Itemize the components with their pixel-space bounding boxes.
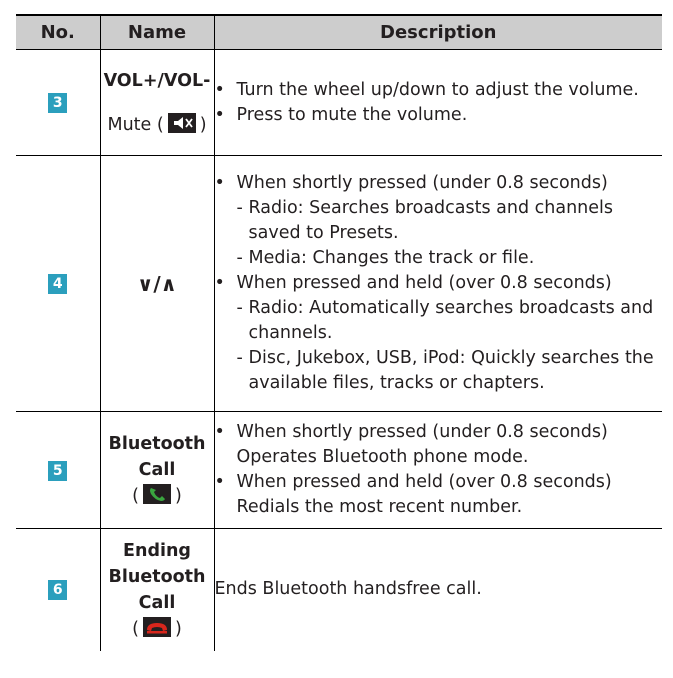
table-row-6: 6 Ending Bluetooth Call () Ends Bluetoot… <box>16 528 662 651</box>
row-number-badge: 3 <box>48 93 68 113</box>
description-subtext: Operates Bluetooth phone mode. <box>236 447 529 467</box>
header-description: Description <box>213 14 662 50</box>
table-row-4: 4 ∨/∧ • When shortly pressed (under 0.8 s… <box>16 155 662 412</box>
row-number-badge: 6 <box>48 580 68 601</box>
header-name: Name <box>99 14 214 50</box>
name-vol: VOL+/VOL- <box>103 70 211 91</box>
description-subtext: Media: Changes the track or file. <box>248 248 535 268</box>
table-header-row: No. Name Description <box>16 14 662 50</box>
description-text: When shortly pressed (under 0.8 seconds) <box>236 173 608 193</box>
mute-speaker-icon <box>167 112 196 133</box>
description-subtext: Radio: Searches broadcasts and channels … <box>248 198 614 243</box>
description-text: When shortly pressed (under 0.8 seconds) <box>236 422 608 442</box>
table-row-3: 3 VOL+/VOL- Mute () • Turn the wheel up/d… <box>16 49 662 156</box>
row-number-badge: 5 <box>48 460 68 481</box>
description-subtext: Radio: Automatically searches broadcasts… <box>248 298 654 343</box>
description-text: Turn the wheel up/down to adjust the vol… <box>236 79 639 100</box>
description-text: Press to mute the volume. <box>236 104 468 125</box>
row-number-badge: 4 <box>48 274 68 294</box>
name-ending-bluetooth-call: Ending <box>123 540 191 561</box>
description-subtext: Disc, Jukebox, USB, iPod: Quickly search… <box>248 348 654 393</box>
name-bluetooth-call: Bluetooth <box>108 434 206 454</box>
description-text: Ends Bluetooth handsfree call. <box>214 579 482 600</box>
header-no: No. <box>16 14 100 50</box>
name-down-up-arrows: ∨/∧ <box>137 271 177 296</box>
green-phone-icon <box>143 484 171 504</box>
name-mute: Mute () <box>107 112 207 135</box>
description-text: When pressed and held (over 0.8 seconds) <box>236 273 612 293</box>
description-subtext: Redials the most recent number. <box>236 497 523 517</box>
table-row-5: 5 Bluetooth Call () • When shortly presse… <box>16 411 662 529</box>
controls-table: No. Name Description 3 VOL+/VOL- Mute ()… <box>16 14 662 651</box>
description-text: When pressed and held (over 0.8 seconds) <box>236 472 612 492</box>
red-phone-icon <box>143 616 171 637</box>
